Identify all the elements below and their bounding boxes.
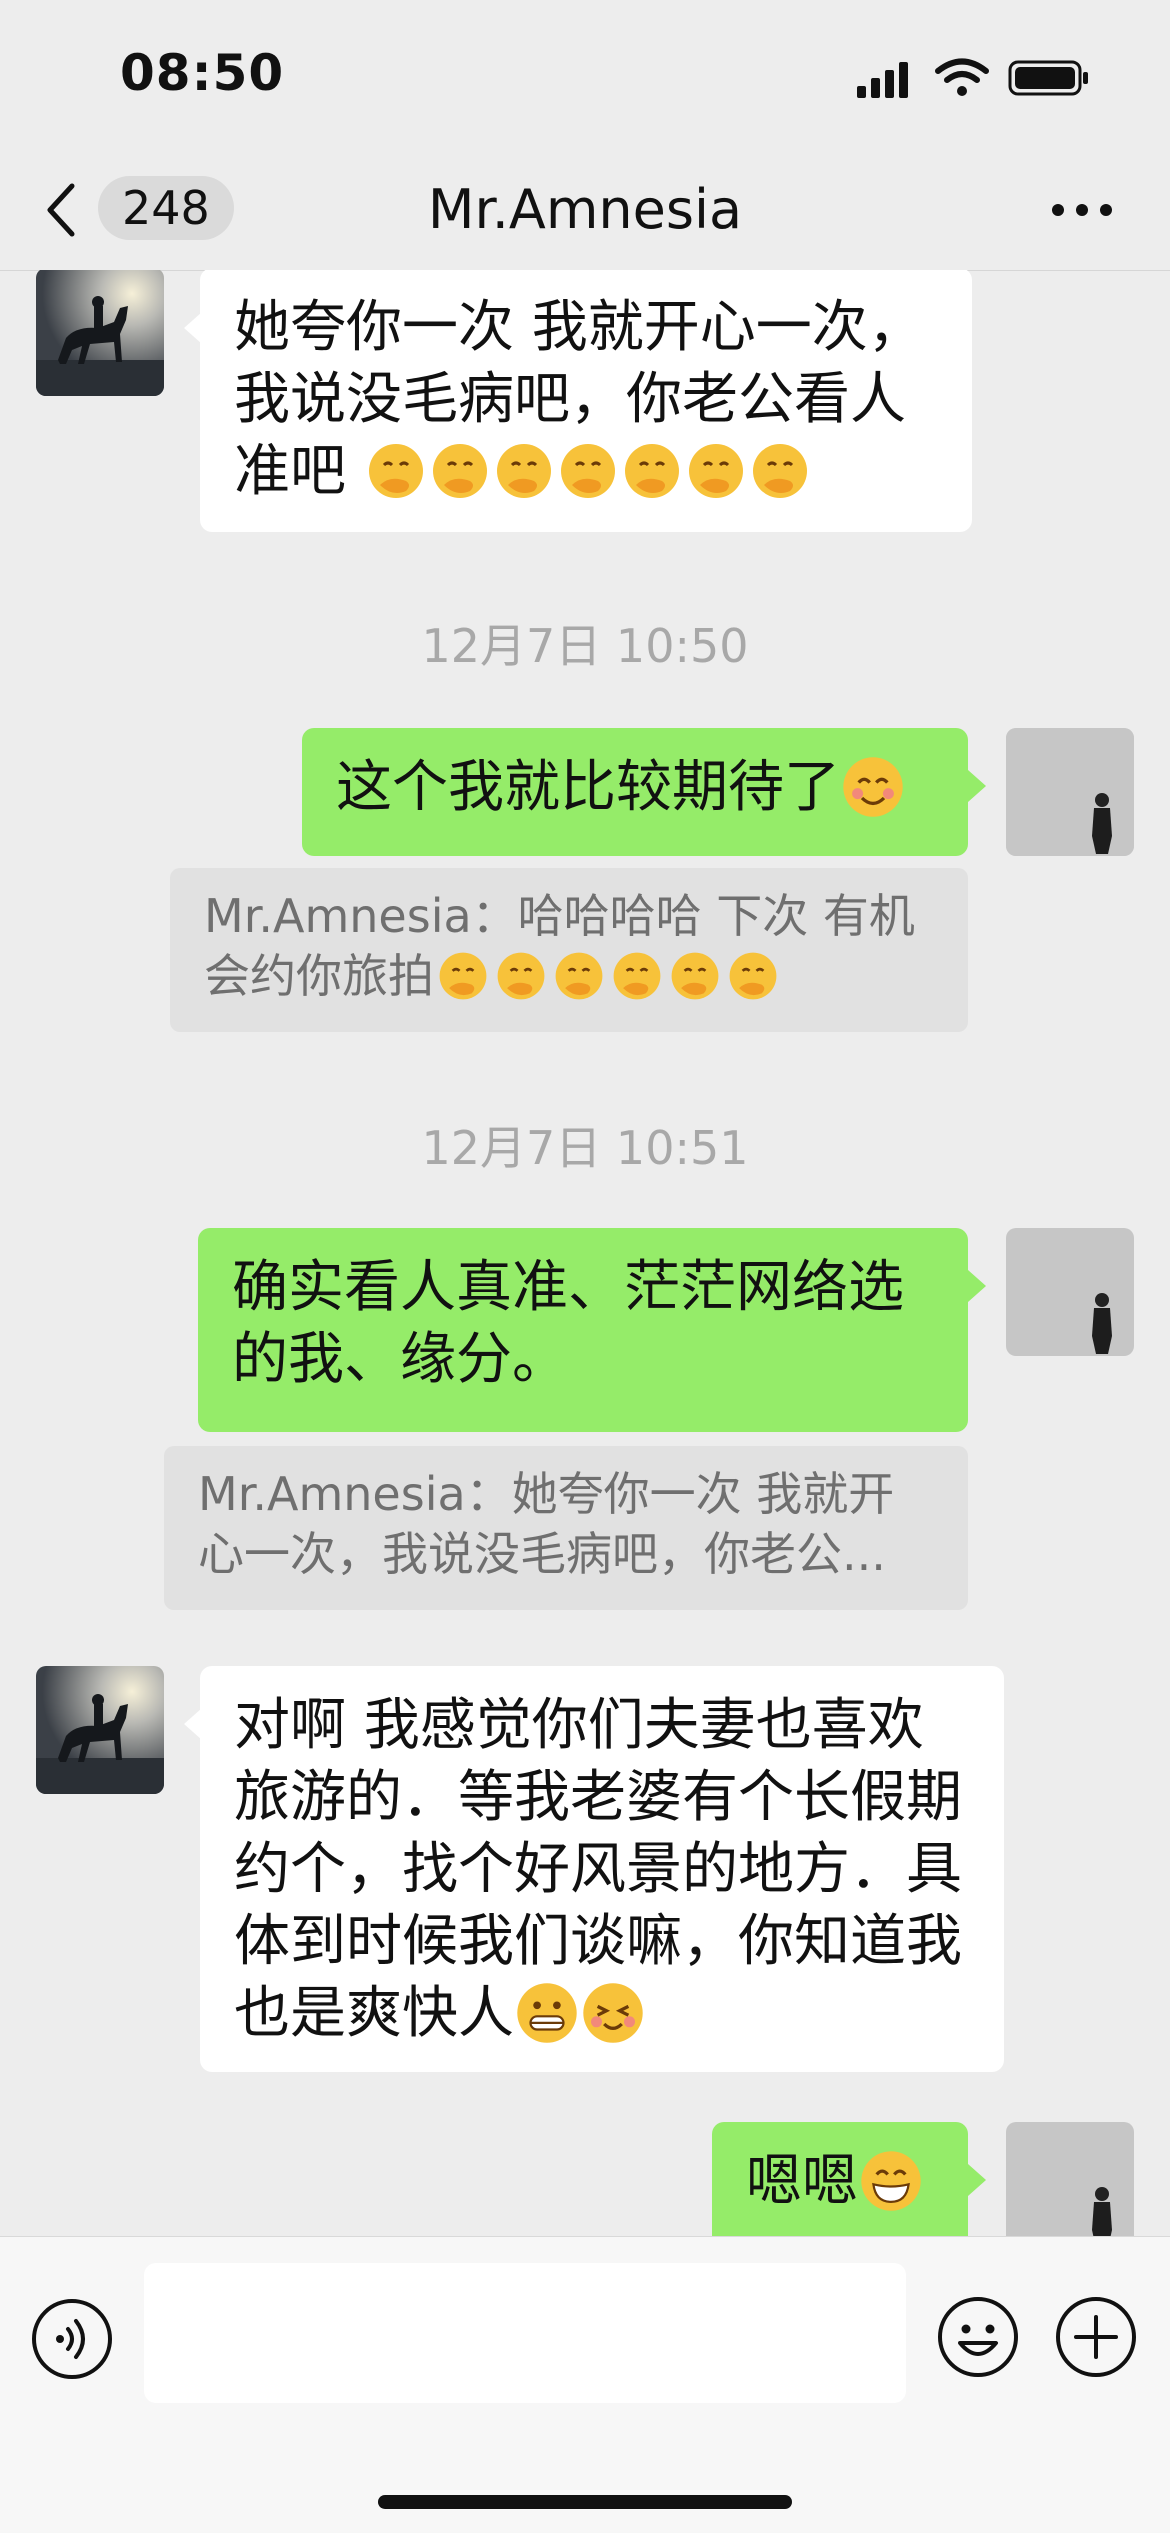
hand-over-mouth-emoji-icon — [624, 443, 679, 498]
cellular-signal-icon — [857, 62, 908, 98]
message-text: 这个我就比较期待了 — [336, 755, 840, 820]
contact-avatar[interactable] — [36, 270, 164, 396]
wifi-icon — [935, 58, 989, 96]
my-avatar[interactable] — [1006, 2122, 1134, 2236]
sent-message-bubble[interactable]: 确实看人真准、茫茫网络选的我、缘分。 — [198, 1228, 968, 1432]
horse-rider-image — [36, 270, 164, 396]
timestamp: 12月7日 10:51 — [421, 1121, 749, 1175]
message-input[interactable] — [144, 2263, 906, 2403]
plus-icon[interactable] — [1054, 2295, 1138, 2379]
chat-header: 248 Mr.Amnesia — [0, 150, 1170, 271]
more-icon[interactable] — [1050, 200, 1114, 220]
message-list[interactable]: 她夸你一次 我就开心一次，我说没毛病吧，你老公看人准吧 12月7日 10:50 … — [0, 270, 1170, 2236]
message-text: 嗯嗯 — [746, 2149, 858, 2214]
received-message-bubble[interactable]: 对啊 我感觉你们夫妻也喜欢旅游的．等我老婆有个长假期约个，找个好风景的地方．具体… — [200, 1666, 1004, 2072]
contact-avatar[interactable] — [36, 1666, 164, 1794]
hand-over-mouth-emoji-icon — [560, 443, 615, 498]
my-avatar[interactable] — [1006, 728, 1134, 856]
bubble-tail — [968, 770, 986, 802]
quoted-message[interactable]: Mr.Amnesia：哈哈哈哈 下次 有机会约你旅拍 — [170, 868, 968, 1032]
input-bar — [0, 2236, 1170, 2533]
chat-title: Mr.Amnesia — [427, 178, 743, 241]
hand-over-mouth-emoji-icon — [439, 952, 487, 999]
hand-over-mouth-emoji-icon — [671, 952, 719, 999]
bubble-tail — [968, 1270, 986, 1302]
emoji-icon[interactable] — [936, 2295, 1020, 2379]
bubble-tail — [968, 2164, 986, 2196]
sent-message-bubble[interactable]: 这个我就比较期待了 — [302, 728, 968, 856]
my-avatar[interactable] — [1006, 1228, 1134, 1356]
emoji-sequence — [434, 949, 782, 1003]
voice-icon[interactable] — [30, 2297, 114, 2381]
timestamp: 12月7日 10:50 — [421, 619, 749, 673]
hand-over-mouth-emoji-icon — [496, 443, 551, 498]
hand-over-mouth-emoji-icon — [613, 952, 661, 999]
sent-message-bubble[interactable]: 嗯嗯 — [712, 2122, 968, 2236]
hand-over-mouth-emoji-icon — [555, 952, 603, 999]
battery-icon — [1008, 60, 1088, 96]
hand-over-mouth-emoji-icon — [752, 443, 807, 498]
status-time: 08:50 — [120, 44, 285, 102]
status-bar: 08:50 — [0, 0, 1170, 150]
hand-over-mouth-emoji-icon — [688, 443, 743, 498]
horse-rider-image — [36, 1666, 164, 1794]
unread-count-badge[interactable]: 248 — [98, 176, 234, 240]
shy-smile-emoji-icon — [583, 1983, 643, 2043]
grimacing-emoji-icon — [517, 1983, 577, 2043]
person-wall-image — [1006, 1228, 1134, 1356]
hand-over-mouth-emoji-icon — [432, 443, 487, 498]
hand-over-mouth-emoji-icon — [729, 952, 777, 999]
received-message-bubble[interactable]: 她夸你一次 我就开心一次，我说没毛病吧，你老公看人准吧 — [200, 270, 972, 532]
home-indicator[interactable] — [378, 2495, 792, 2509]
grinning-emoji-icon — [861, 2151, 921, 2211]
smiling-blush-emoji-icon — [843, 757, 903, 817]
message-text: 确实看人真准、茫茫网络选的我、缘分。 — [232, 1255, 904, 1392]
quoted-message[interactable]: Mr.Amnesia：她夸你一次 我就开心一次，我说没毛病吧，你老公... — [164, 1446, 968, 1610]
hand-over-mouth-emoji-icon — [497, 952, 545, 999]
person-wall-image — [1006, 2122, 1134, 2236]
hand-over-mouth-emoji-icon — [368, 443, 423, 498]
emoji-sequence — [346, 439, 812, 504]
quote-text: Mr.Amnesia：她夸你一次 我就开心一次，我说没毛病吧，你老公... — [198, 1467, 895, 1581]
back-chevron-icon[interactable] — [40, 180, 80, 240]
person-wall-image — [1006, 728, 1134, 856]
